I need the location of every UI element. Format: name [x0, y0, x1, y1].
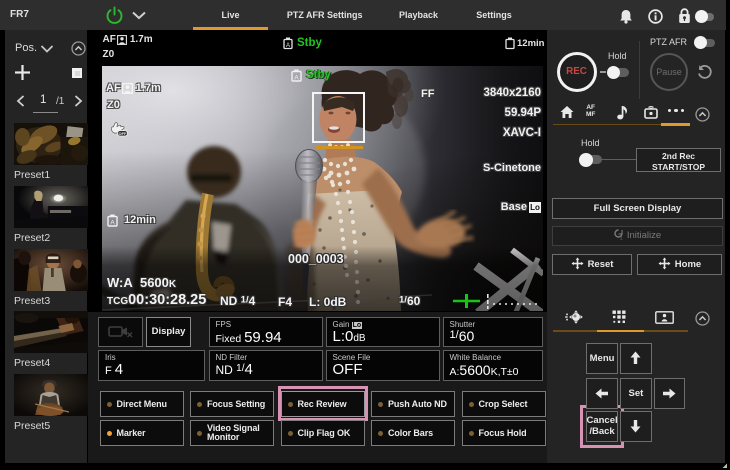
svg-text:OFF: OFF — [119, 131, 128, 136]
svg-text:A: A — [110, 220, 115, 227]
svg-text:1: 1 — [620, 236, 623, 241]
svg-text:A: A — [294, 75, 299, 82]
svg-text:A: A — [286, 43, 290, 49]
